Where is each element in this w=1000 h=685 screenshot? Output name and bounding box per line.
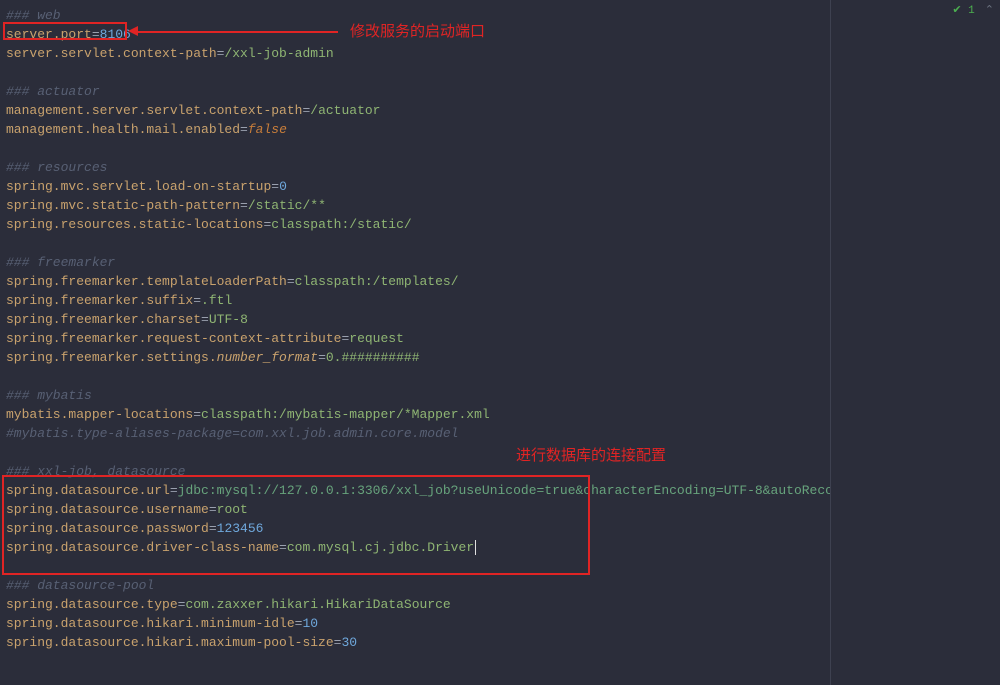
code-line[interactable]: ### mybatis — [6, 386, 830, 405]
code-line[interactable]: spring.freemarker.charset=UTF-8 — [6, 310, 830, 329]
code-line[interactable]: ### web — [6, 6, 830, 25]
code-line[interactable]: spring.mvc.static-path-pattern=/static/*… — [6, 196, 830, 215]
code-line[interactable]: spring.datasource.driver-class-name=com.… — [6, 538, 830, 557]
code-line[interactable] — [6, 443, 830, 462]
code-line[interactable]: mybatis.mapper-locations=classpath:/myba… — [6, 405, 830, 424]
code-line[interactable]: spring.datasource.password=123456 — [6, 519, 830, 538]
code-line[interactable]: spring.datasource.type=com.zaxxer.hikari… — [6, 595, 830, 614]
editor-status-bar: ✔ 1 ⌃ — [952, 2, 994, 21]
code-line[interactable]: spring.resources.static-locations=classp… — [6, 215, 830, 234]
code-line[interactable]: spring.datasource.url=jdbc:mysql://127.0… — [6, 481, 830, 500]
code-line[interactable]: ### xxl-job, datasource — [6, 462, 830, 481]
code-line[interactable] — [6, 557, 830, 576]
code-line[interactable]: ### actuator — [6, 82, 830, 101]
code-line[interactable]: ### resources — [6, 158, 830, 177]
code-line[interactable]: spring.datasource.hikari.maximum-pool-si… — [6, 633, 830, 652]
code-line[interactable]: spring.datasource.username=root — [6, 500, 830, 519]
code-line[interactable]: spring.freemarker.settings.number_format… — [6, 348, 830, 367]
code-line[interactable]: management.health.mail.enabled=false — [6, 120, 830, 139]
code-line[interactable]: management.server.servlet.context-path=/… — [6, 101, 830, 120]
right-panel — [831, 0, 1000, 685]
code-editor[interactable]: ### webserver.port=8106server.servlet.co… — [0, 0, 830, 685]
code-line[interactable]: server.servlet.context-path=/xxl-job-adm… — [6, 44, 830, 63]
code-line[interactable] — [6, 139, 830, 158]
chevron-up-icon[interactable]: ⌃ — [985, 2, 994, 21]
code-line[interactable]: spring.freemarker.request-context-attrib… — [6, 329, 830, 348]
code-line[interactable] — [6, 63, 830, 82]
code-line[interactable] — [6, 234, 830, 253]
code-line[interactable]: ### datasource-pool — [6, 576, 830, 595]
code-line[interactable]: #mybatis.type-aliases-package=com.xxl.jo… — [6, 424, 830, 443]
check-icon: ✔ 1 — [952, 2, 974, 21]
code-line[interactable]: spring.freemarker.templateLoaderPath=cla… — [6, 272, 830, 291]
code-line[interactable]: spring.mvc.servlet.load-on-startup=0 — [6, 177, 830, 196]
text-cursor — [475, 540, 476, 555]
code-line[interactable]: ### freemarker — [6, 253, 830, 272]
code-line[interactable] — [6, 367, 830, 386]
code-line[interactable]: server.port=8106 — [6, 25, 830, 44]
code-line[interactable]: spring.freemarker.suffix=.ftl — [6, 291, 830, 310]
code-line[interactable]: spring.datasource.hikari.minimum-idle=10 — [6, 614, 830, 633]
